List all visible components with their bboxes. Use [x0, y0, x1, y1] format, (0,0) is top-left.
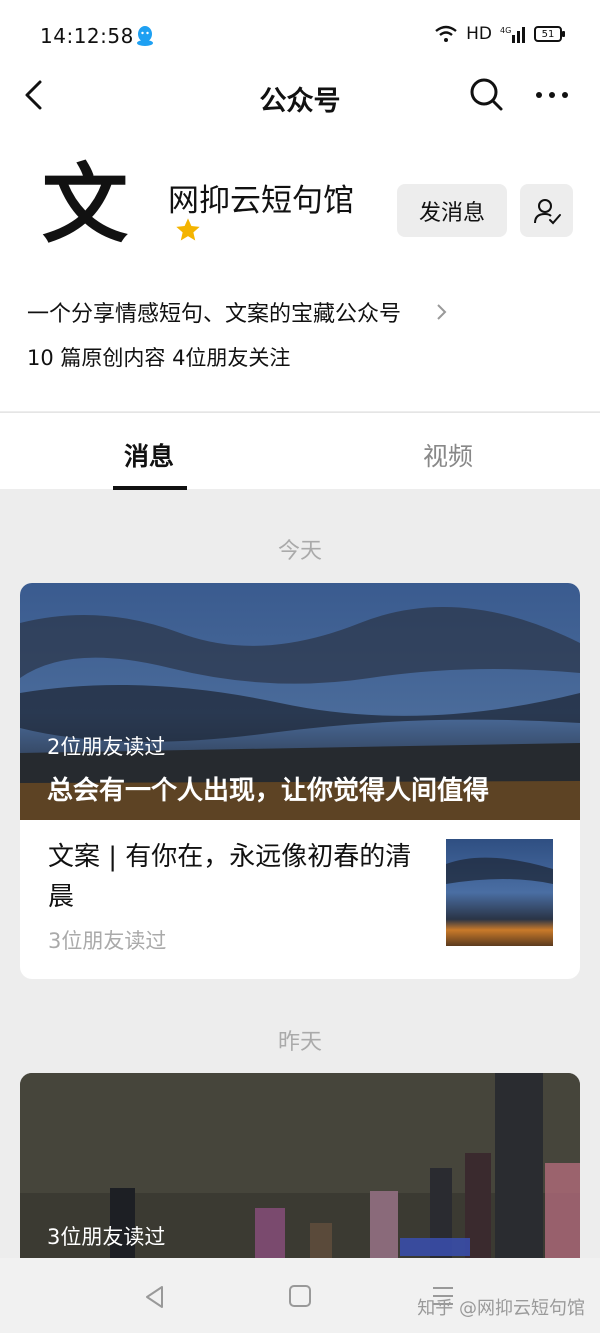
- svg-text:文: 文: [42, 154, 128, 255]
- cover-read-count: 3位朋友读过: [47, 1225, 166, 1249]
- tab-messages[interactable]: 消息: [124, 437, 174, 473]
- account-description[interactable]: 一个分享情感短句、文案的宝藏公众号: [27, 296, 401, 328]
- watermark: 知乎 @网抑云短句馆: [417, 1298, 585, 1319]
- user-check-icon: [533, 198, 561, 224]
- date-label-yesterday: 昨天: [277, 1030, 322, 1055]
- nav-bar: 公众号: [0, 70, 600, 120]
- cover-article-title[interactable]: 总会有一个人出现，让你觉得人间值得: [47, 770, 489, 807]
- send-message-button[interactable]: 发消息: [397, 184, 507, 237]
- system-nav-bar: 知乎 @网抑云短句馆: [0, 1258, 600, 1333]
- avatar[interactable]: 文: [40, 146, 130, 256]
- signal-icon: 4G: [500, 26, 525, 43]
- article-read-count: 3位朋友读过: [48, 929, 167, 953]
- status-bar: 14:12:58 HD 4G 51: [0, 0, 600, 70]
- cover-read-count: 2位朋友读过: [47, 735, 166, 759]
- nav-home-icon[interactable]: [288, 1284, 312, 1308]
- nav-back-icon[interactable]: [142, 1284, 168, 1310]
- more-icon[interactable]: [532, 80, 572, 110]
- date-label-today: 今天: [277, 539, 322, 564]
- tab-active-indicator: [113, 486, 187, 490]
- tab-videos[interactable]: 视频: [423, 437, 473, 473]
- article-card[interactable]: 2位朋友读过 总会有一个人出现，让你觉得人间值得 文案 | 有你在，永远像初春的…: [20, 583, 580, 979]
- account-stats: 10 篇原创内容 4位朋友关注: [27, 346, 291, 370]
- search-icon[interactable]: [468, 76, 504, 112]
- tab-bar: 消息 视频: [0, 412, 600, 490]
- account-profile: 文 网抑云短句馆 发消息 一个分享情感短句、文案的宝藏公众号 10 篇原创内容 …: [0, 120, 600, 411]
- battery-icon: 51: [534, 26, 565, 42]
- svg-text:4G: 4G: [500, 26, 511, 35]
- follow-button[interactable]: [520, 184, 573, 237]
- qq-icon: [137, 26, 153, 46]
- page-title: 公众号: [259, 86, 341, 117]
- article-thumbnail[interactable]: [446, 839, 553, 946]
- account-name: 网抑云短句馆: [168, 183, 354, 219]
- network-type: HD: [466, 24, 492, 44]
- article-title[interactable]: 文案 | 有你在，永远像初春的清晨: [48, 837, 418, 917]
- star-icon: [176, 218, 200, 241]
- chevron-right-icon[interactable]: [434, 302, 448, 322]
- wifi-icon: [435, 25, 457, 42]
- status-time: 14:12:58: [40, 24, 134, 48]
